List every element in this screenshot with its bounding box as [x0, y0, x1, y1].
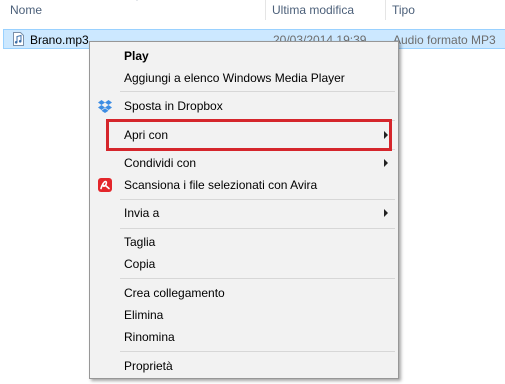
- menu-item-send-to[interactable]: Invia a: [92, 202, 396, 224]
- menu-separator: [120, 278, 395, 279]
- menu-item-share-with[interactable]: Condividi con: [92, 152, 396, 174]
- menu-item-properties[interactable]: Proprietà: [92, 355, 396, 377]
- menu-item-delete[interactable]: Elimina: [92, 304, 396, 326]
- menu-item-label: Condividi con: [124, 156, 197, 170]
- column-header: Nome Ultima modifica Tipo: [0, 0, 505, 22]
- column-type-header[interactable]: Tipo: [392, 3, 415, 17]
- menu-separator: [120, 228, 395, 229]
- file-type: Audio formato MP3: [393, 33, 496, 47]
- menu-item-rename[interactable]: Rinomina: [92, 326, 396, 348]
- menu-separator: [120, 91, 395, 92]
- menu-item-label: Elimina: [124, 308, 164, 322]
- menu-item-move-to-dropbox[interactable]: Sposta in Dropbox: [92, 95, 396, 117]
- menu-item-label: Invia a: [124, 206, 160, 220]
- submenu-arrow-icon: [384, 209, 388, 217]
- menu-item-label: Proprietà: [124, 359, 173, 373]
- column-modified-header[interactable]: Ultima modifica: [272, 3, 354, 17]
- audio-file-icon: [13, 32, 24, 46]
- menu-item-label: Rinomina: [124, 330, 175, 344]
- menu-item-scan-with-avira[interactable]: Scansiona i file selezionati con Avira: [92, 174, 396, 196]
- column-divider[interactable]: [385, 0, 386, 20]
- column-divider[interactable]: [265, 0, 266, 20]
- dropbox-icon: [98, 100, 112, 113]
- submenu-arrow-icon: [384, 159, 388, 167]
- menu-separator: [120, 149, 395, 150]
- menu-item-label: Apri con: [124, 128, 169, 142]
- menu-item-play[interactable]: Play: [92, 45, 396, 67]
- menu-item-label: Copia: [124, 257, 156, 271]
- menu-item-label: Sposta in Dropbox: [124, 99, 223, 113]
- menu-separator: [120, 120, 395, 121]
- menu-separator: [120, 199, 395, 200]
- menu-item-copy[interactable]: Copia: [92, 253, 396, 275]
- menu-item-label: Aggiungi a elenco Windows Media Player: [124, 71, 345, 85]
- menu-item-label: Crea collegamento: [124, 286, 225, 300]
- menu-separator: [120, 351, 395, 352]
- file-name: Brano.mp3: [30, 33, 89, 47]
- menu-item-add-to-wmp-list[interactable]: Aggiungi a elenco Windows Media Player: [92, 67, 396, 89]
- avira-icon: [98, 178, 112, 192]
- menu-item-cut[interactable]: Taglia: [92, 231, 396, 253]
- menu-item-create-shortcut[interactable]: Crea collegamento: [92, 282, 396, 304]
- menu-item-label: Scansiona i file selezionati con Avira: [124, 178, 318, 192]
- submenu-arrow-icon: [384, 131, 388, 139]
- column-name-header[interactable]: Nome: [10, 3, 42, 17]
- menu-item-label: Play: [124, 49, 149, 63]
- context-menu: Play Aggiungi a elenco Windows Media Pla…: [89, 41, 399, 379]
- sort-chevron-icon[interactable]: [133, 0, 141, 1]
- menu-item-open-with[interactable]: Apri con: [92, 124, 396, 146]
- menu-item-label: Taglia: [124, 235, 156, 249]
